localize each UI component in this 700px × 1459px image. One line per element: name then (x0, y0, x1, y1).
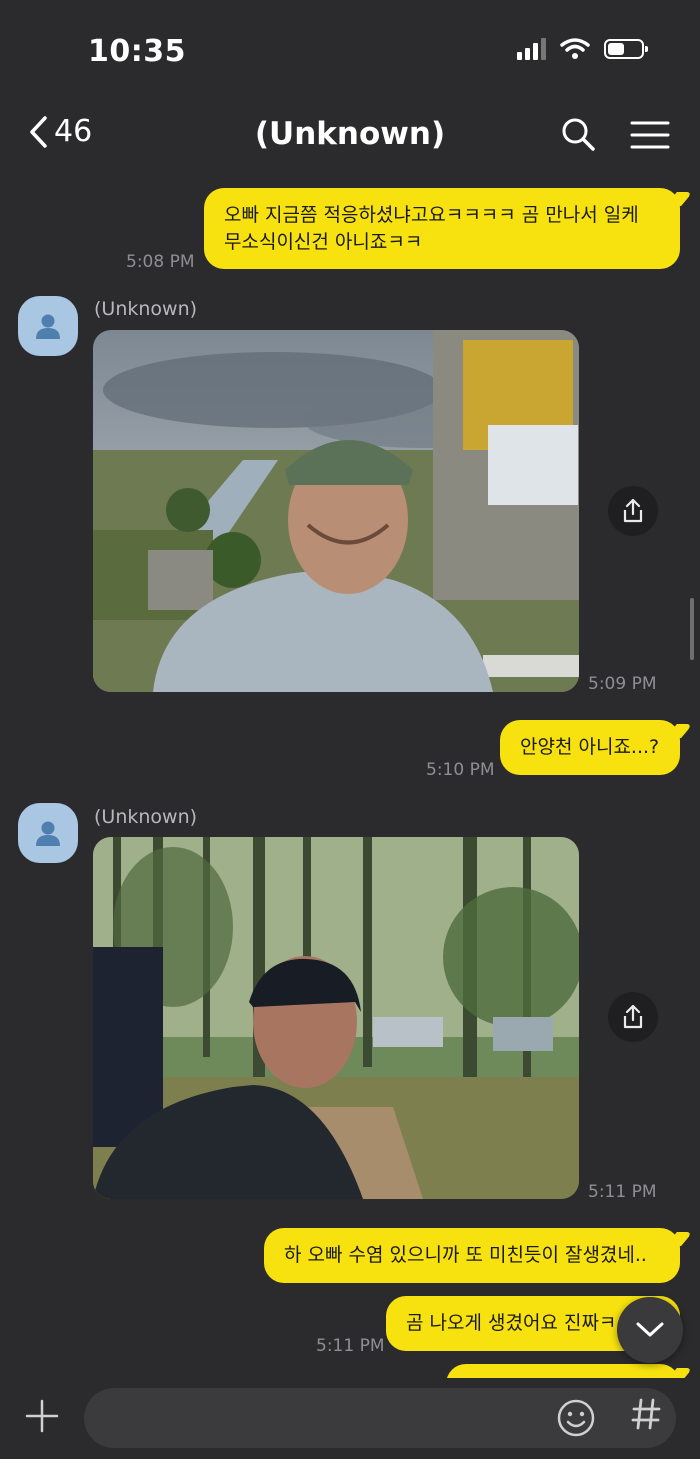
avatar[interactable] (18, 296, 78, 356)
message-text: 오빠 지금쯤 적응하셨냐고요ㅋㅋㅋㅋ 곰 만나서 일케 무소식이신건 아니죠ㅋㅋ (224, 204, 639, 253)
composer-bar (0, 1378, 700, 1459)
wifi-icon (560, 38, 590, 59)
avatar[interactable] (18, 803, 78, 863)
battery-icon (604, 39, 648, 59)
scrollbar[interactable] (690, 598, 694, 660)
outgoing-message[interactable]: 오빠 지금쯤 적응하셨냐고요ㅋㅋㅋㅋ 곰 만나서 일케 무소식이신건 아니죠ㅋㅋ (204, 188, 680, 270)
share-icon (623, 498, 643, 523)
photo-message[interactable] (93, 837, 579, 1199)
search-icon[interactable] (560, 116, 596, 152)
message-text: 하 오빠 수염 있으니까 또 미친듯이 잘생겼네.. (284, 1244, 647, 1266)
sender-name: (Unknown) (94, 298, 198, 320)
selfie-in-forest-image (93, 837, 579, 1199)
status-bar: 10:35 (0, 0, 700, 100)
message-timestamp: 5:11 PM (316, 1336, 385, 1356)
message-text: 안양천 아니죠...? (520, 736, 660, 758)
selfie-by-canal-image (93, 330, 579, 692)
message-timestamp: 5:10 PM (426, 760, 495, 780)
status-icons (517, 38, 648, 60)
message-timestamp: 5:11 PM (588, 1182, 657, 1202)
share-button[interactable] (608, 992, 658, 1042)
share-button[interactable] (608, 486, 658, 536)
photo-message[interactable] (93, 330, 579, 692)
cellular-signal-icon (517, 38, 546, 60)
emoji-icon[interactable] (556, 1398, 596, 1438)
scroll-to-bottom-button[interactable] (617, 1297, 683, 1363)
status-time: 10:35 (88, 34, 186, 69)
person-icon (36, 314, 60, 339)
outgoing-message[interactable]: 안양천 아니죠...? (500, 720, 680, 775)
hashtag-icon[interactable] (630, 1396, 662, 1432)
chevron-down-icon (636, 1322, 664, 1337)
message-timestamp: 5:09 PM (588, 674, 657, 694)
person-icon (36, 821, 60, 846)
chat-header: 46 (Unknown) (0, 100, 700, 170)
menu-icon[interactable] (630, 120, 670, 150)
plus-icon[interactable] (24, 1398, 60, 1434)
message-text: 곰 나오게 생겼어요 진짜ㅋ (406, 1312, 617, 1334)
share-icon (623, 1004, 643, 1029)
message-timestamp: 5:08 PM (126, 252, 195, 272)
sender-name: (Unknown) (94, 806, 198, 828)
outgoing-message[interactable]: 하 오빠 수염 있으니까 또 미친듯이 잘생겼네.. (264, 1228, 680, 1283)
